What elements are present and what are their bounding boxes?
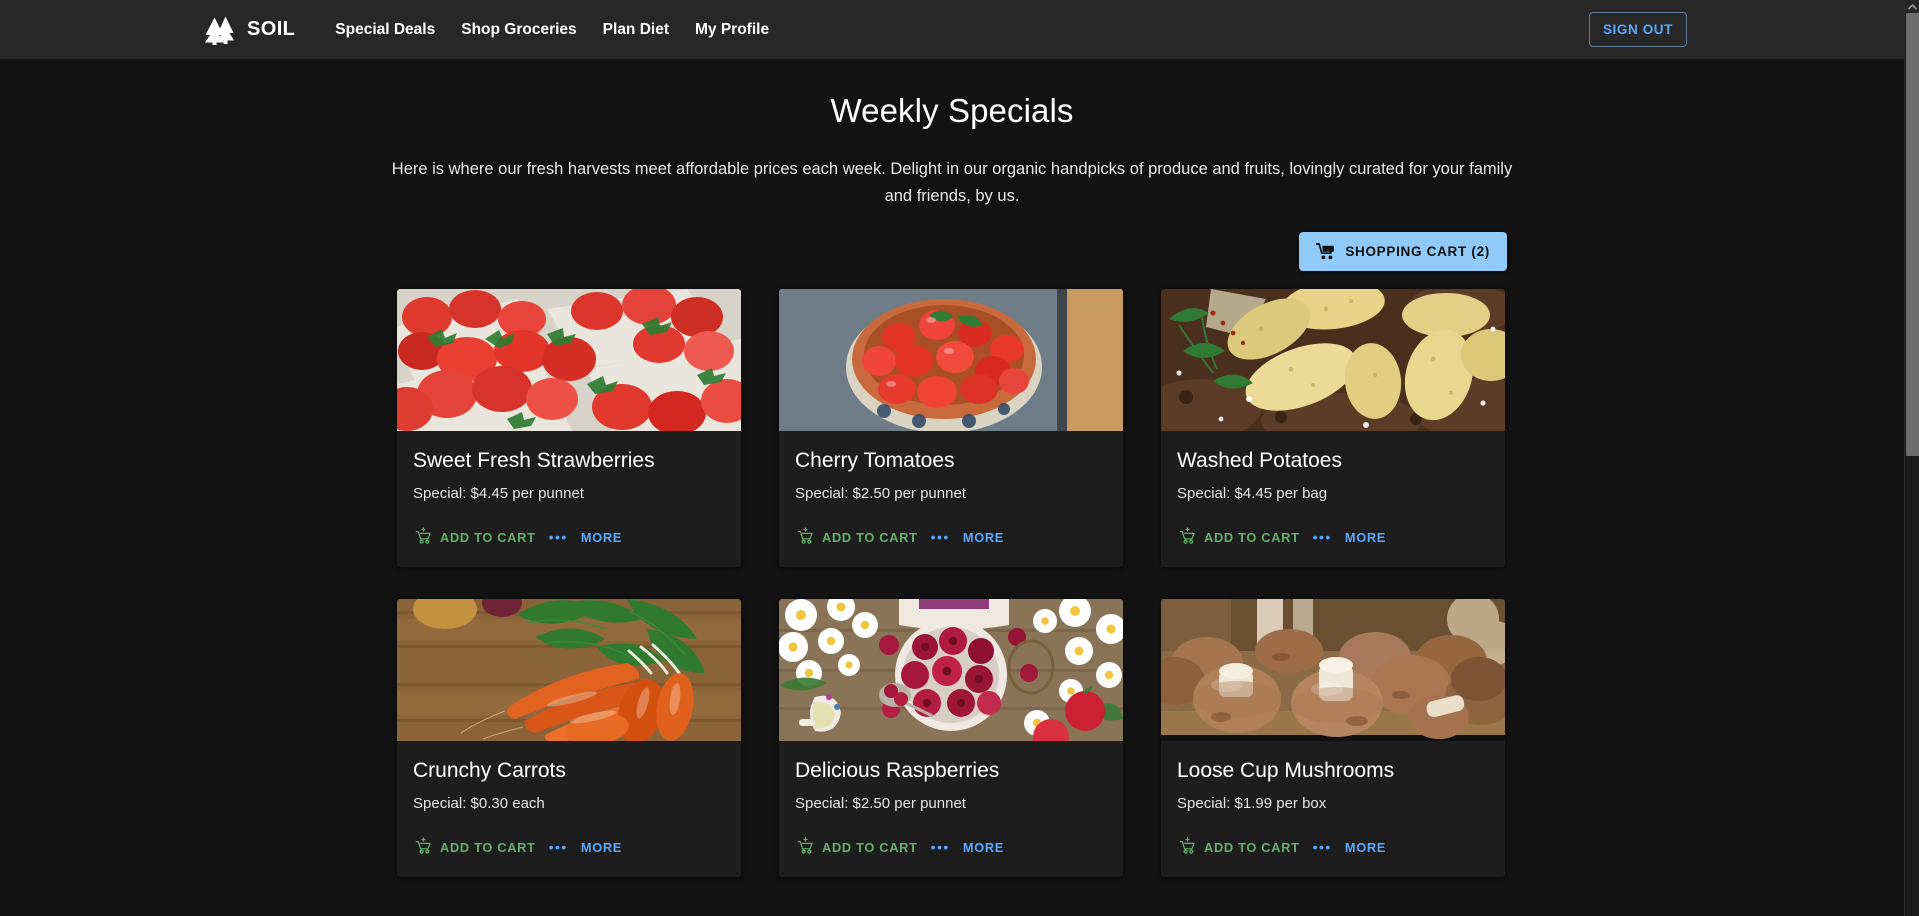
scrollbar-thumb[interactable] — [1906, 13, 1919, 456]
product-card[interactable]: Washed Potatoes Special: $4.45 per bag A… — [1161, 289, 1505, 567]
product-card-actions: ADD TO CART ••• MORE — [397, 502, 741, 567]
nav-link-plan-diet[interactable]: Plan Diet — [603, 21, 669, 39]
main-content: Weekly Specials Here is where our fresh … — [0, 59, 1904, 916]
overflow-dots-icon: ••• — [548, 839, 568, 855]
product-title: Loose Cup Mushrooms — [1177, 759, 1395, 782]
page-description: Here is where our fresh harvests meet af… — [391, 160, 1513, 205]
product-card-body: Loose Cup Mushrooms Special: $1.99 per b… — [1161, 741, 1505, 812]
shopping-cart-icon — [1316, 243, 1335, 260]
add-to-cart-button[interactable]: ADD TO CART — [413, 523, 538, 551]
product-special: Special: $4.45 per bag — [1177, 485, 1328, 502]
cart-plus-icon — [797, 527, 814, 547]
more-button[interactable]: MORE — [579, 836, 624, 859]
product-card[interactable]: Loose Cup Mushrooms Special: $1.99 per b… — [1161, 599, 1505, 877]
product-card[interactable]: Cherry Tomatoes Special: $2.50 per punne… — [779, 289, 1123, 567]
overflow-dots-icon: ••• — [1312, 529, 1332, 545]
browser-viewport: SOIL Special Deals Shop Groceries Plan D… — [0, 0, 1919, 916]
product-card-actions: ADD TO CART ••• MORE — [397, 812, 741, 877]
product-card-body: Sweet Fresh Strawberries Special: $4.45 … — [397, 431, 741, 502]
nav-link-special-deals[interactable]: Special Deals — [335, 21, 435, 39]
add-to-cart-button[interactable]: ADD TO CART — [795, 523, 920, 551]
add-to-cart-button[interactable]: ADD TO CART — [1177, 523, 1302, 551]
nav-link-shop-groceries[interactable]: Shop Groceries — [461, 21, 576, 39]
raspberries-bowl-with-daisies-image — [779, 599, 1123, 741]
product-card-actions: ADD TO CART ••• MORE — [1161, 502, 1505, 567]
cup-mushrooms-on-board-image — [1161, 599, 1505, 741]
product-card-actions: ADD TO CART ••• MORE — [779, 812, 1123, 877]
product-card[interactable]: Delicious Raspberries Special: $2.50 per… — [779, 599, 1123, 877]
more-button[interactable]: MORE — [1343, 526, 1388, 549]
more-button[interactable]: MORE — [961, 836, 1006, 859]
top-navigation-bar: SOIL Special Deals Shop Groceries Plan D… — [0, 0, 1904, 59]
nav-links: Special Deals Shop Groceries Plan Diet M… — [335, 21, 769, 39]
cherry-tomatoes-in-bowl-image — [779, 289, 1123, 431]
product-grid: Sweet Fresh Strawberries Special: $4.45 … — [397, 289, 1507, 877]
overflow-dots-icon: ••• — [930, 529, 950, 545]
brand-logo-link[interactable]: SOIL — [203, 15, 295, 45]
add-to-cart-label: ADD TO CART — [1204, 839, 1300, 855]
product-card-body: Crunchy Carrots Special: $0.30 each — [397, 741, 741, 812]
product-card[interactable]: Crunchy Carrots Special: $0.30 each ADD … — [397, 599, 741, 877]
product-card-actions: ADD TO CART ••• MORE — [1161, 812, 1505, 877]
cart-plus-icon — [415, 837, 432, 857]
shopping-cart-label: SHOPPING CART (2) — [1345, 244, 1490, 259]
add-to-cart-label: ADD TO CART — [822, 529, 918, 545]
cart-plus-icon — [415, 527, 432, 547]
two-pine-trees-icon — [203, 15, 237, 45]
carrots-on-wooden-table-image — [397, 599, 741, 741]
add-to-cart-label: ADD TO CART — [1204, 529, 1300, 545]
cart-plus-icon — [1179, 527, 1196, 547]
product-card[interactable]: Sweet Fresh Strawberries Special: $4.45 … — [397, 289, 741, 567]
product-title: Washed Potatoes — [1177, 449, 1342, 472]
add-to-cart-label: ADD TO CART — [440, 529, 536, 545]
add-to-cart-label: ADD TO CART — [822, 839, 918, 855]
shopping-cart-button[interactable]: SHOPPING CART (2) — [1299, 232, 1507, 271]
overflow-dots-icon: ••• — [930, 839, 950, 855]
cart-plus-icon — [1179, 837, 1196, 857]
product-special: Special: $2.50 per punnet — [795, 485, 966, 502]
product-card-body: Delicious Raspberries Special: $2.50 per… — [779, 741, 1123, 812]
cart-button-row: SHOPPING CART (2) — [397, 232, 1507, 271]
product-card-actions: ADD TO CART ••• MORE — [779, 502, 1123, 567]
product-card-body: Cherry Tomatoes Special: $2.50 per punne… — [779, 431, 1123, 502]
nav-link-my-profile[interactable]: My Profile — [695, 21, 769, 39]
product-title: Crunchy Carrots — [413, 759, 566, 782]
overflow-dots-icon: ••• — [548, 529, 568, 545]
strawberries-in-punnets-image — [397, 289, 741, 431]
add-to-cart-button[interactable]: ADD TO CART — [795, 833, 920, 861]
product-special: Special: $4.45 per punnet — [413, 485, 584, 502]
scroll-up-arrow-icon[interactable] — [1905, 0, 1919, 13]
product-title: Delicious Raspberries — [795, 759, 1000, 782]
add-to-cart-label: ADD TO CART — [440, 839, 536, 855]
more-button[interactable]: MORE — [1343, 836, 1388, 859]
product-title: Sweet Fresh Strawberries — [413, 449, 655, 472]
washed-potatoes-on-soil-image — [1161, 289, 1505, 431]
product-special: Special: $2.50 per punnet — [795, 795, 966, 812]
add-to-cart-button[interactable]: ADD TO CART — [413, 833, 538, 861]
product-card-body: Washed Potatoes Special: $4.45 per bag — [1161, 431, 1505, 502]
page-scrollbar[interactable] — [1904, 0, 1919, 916]
page-title: Weekly Specials — [830, 92, 1074, 129]
more-button[interactable]: MORE — [961, 526, 1006, 549]
product-special: Special: $1.99 per box — [1177, 795, 1327, 812]
brand-name: SOIL — [247, 18, 296, 40]
overflow-dots-icon: ••• — [1312, 839, 1332, 855]
cart-plus-icon — [797, 837, 814, 857]
more-button[interactable]: MORE — [579, 526, 624, 549]
add-to-cart-button[interactable]: ADD TO CART — [1177, 833, 1302, 861]
product-title: Cherry Tomatoes — [795, 449, 955, 472]
sign-out-button[interactable]: SIGN OUT — [1588, 12, 1687, 47]
product-special: Special: $0.30 each — [413, 795, 545, 812]
page-root: SOIL Special Deals Shop Groceries Plan D… — [0, 0, 1904, 916]
